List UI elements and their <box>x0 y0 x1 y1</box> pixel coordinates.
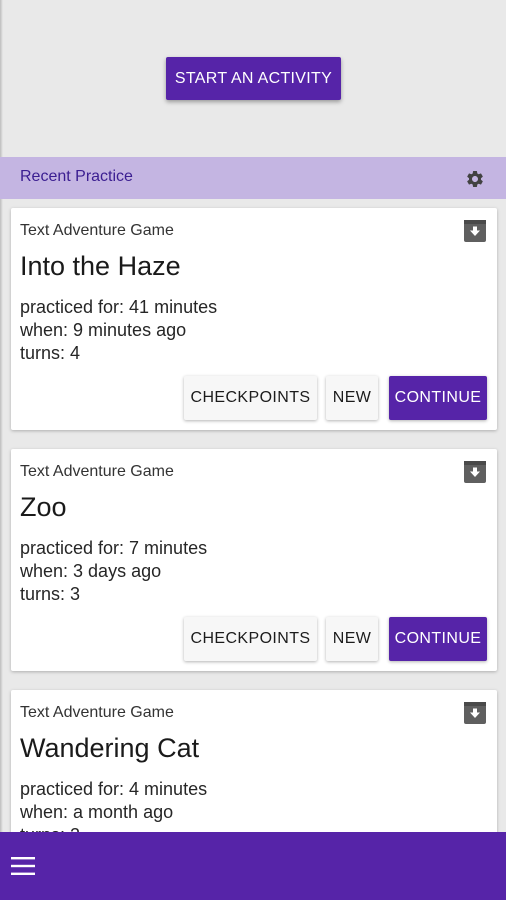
last-practiced: when: 3 days ago <box>20 561 162 581</box>
activity-type: Text Adventure Game <box>20 463 174 480</box>
top-area: START AN ACTIVITY <box>0 0 506 157</box>
practiced-duration: practiced for: 7 minutes <box>20 538 208 558</box>
activity-title: Zoo <box>20 492 67 522</box>
turn-count: turns: 4 <box>20 343 81 363</box>
start-activity-button[interactable]: START AN ACTIVITY <box>166 57 341 100</box>
activity-title: Into the Haze <box>20 251 181 281</box>
last-practiced: when: 9 minutes ago <box>20 320 187 340</box>
turn-count: turns: 3 <box>20 584 81 604</box>
last-practiced: when: a month ago <box>20 802 174 822</box>
turn-count: turns: 2 <box>20 824 80 832</box>
gear-icon[interactable] <box>465 169 485 189</box>
activity-type: Text Adventure Game <box>20 704 174 721</box>
activity-type: Text Adventure Game <box>20 222 174 239</box>
archive-icon[interactable] <box>464 461 486 483</box>
archive-icon[interactable] <box>464 702 486 724</box>
continue-button[interactable]: CONTINUE <box>389 376 487 420</box>
bottom-app-bar <box>0 832 506 900</box>
practice-card: Text Adventure Game Wandering Cat practi… <box>11 690 497 832</box>
practiced-duration: practiced for: 4 minutes <box>20 779 208 799</box>
practice-card: Text Adventure Game Into the Haze practi… <box>11 208 497 430</box>
recent-practice-list: Text Adventure Game Into the Haze practi… <box>0 199 506 832</box>
section-title: Recent Practice <box>20 168 133 185</box>
hamburger-menu-icon[interactable] <box>11 857 35 875</box>
practice-card: Text Adventure Game Zoo practiced for: 7… <box>11 449 497 671</box>
practiced-duration: practiced for: 41 minutes <box>20 297 218 317</box>
checkpoints-button[interactable]: CHECKPOINTS <box>184 376 317 420</box>
new-button[interactable]: NEW <box>326 376 378 420</box>
archive-icon[interactable] <box>464 220 486 242</box>
activity-title: Wandering Cat <box>20 733 200 763</box>
continue-button[interactable]: CONTINUE <box>389 617 487 661</box>
checkpoints-button[interactable]: CHECKPOINTS <box>184 617 317 661</box>
recent-practice-header: Recent Practice <box>0 157 506 199</box>
new-button[interactable]: NEW <box>326 617 378 661</box>
